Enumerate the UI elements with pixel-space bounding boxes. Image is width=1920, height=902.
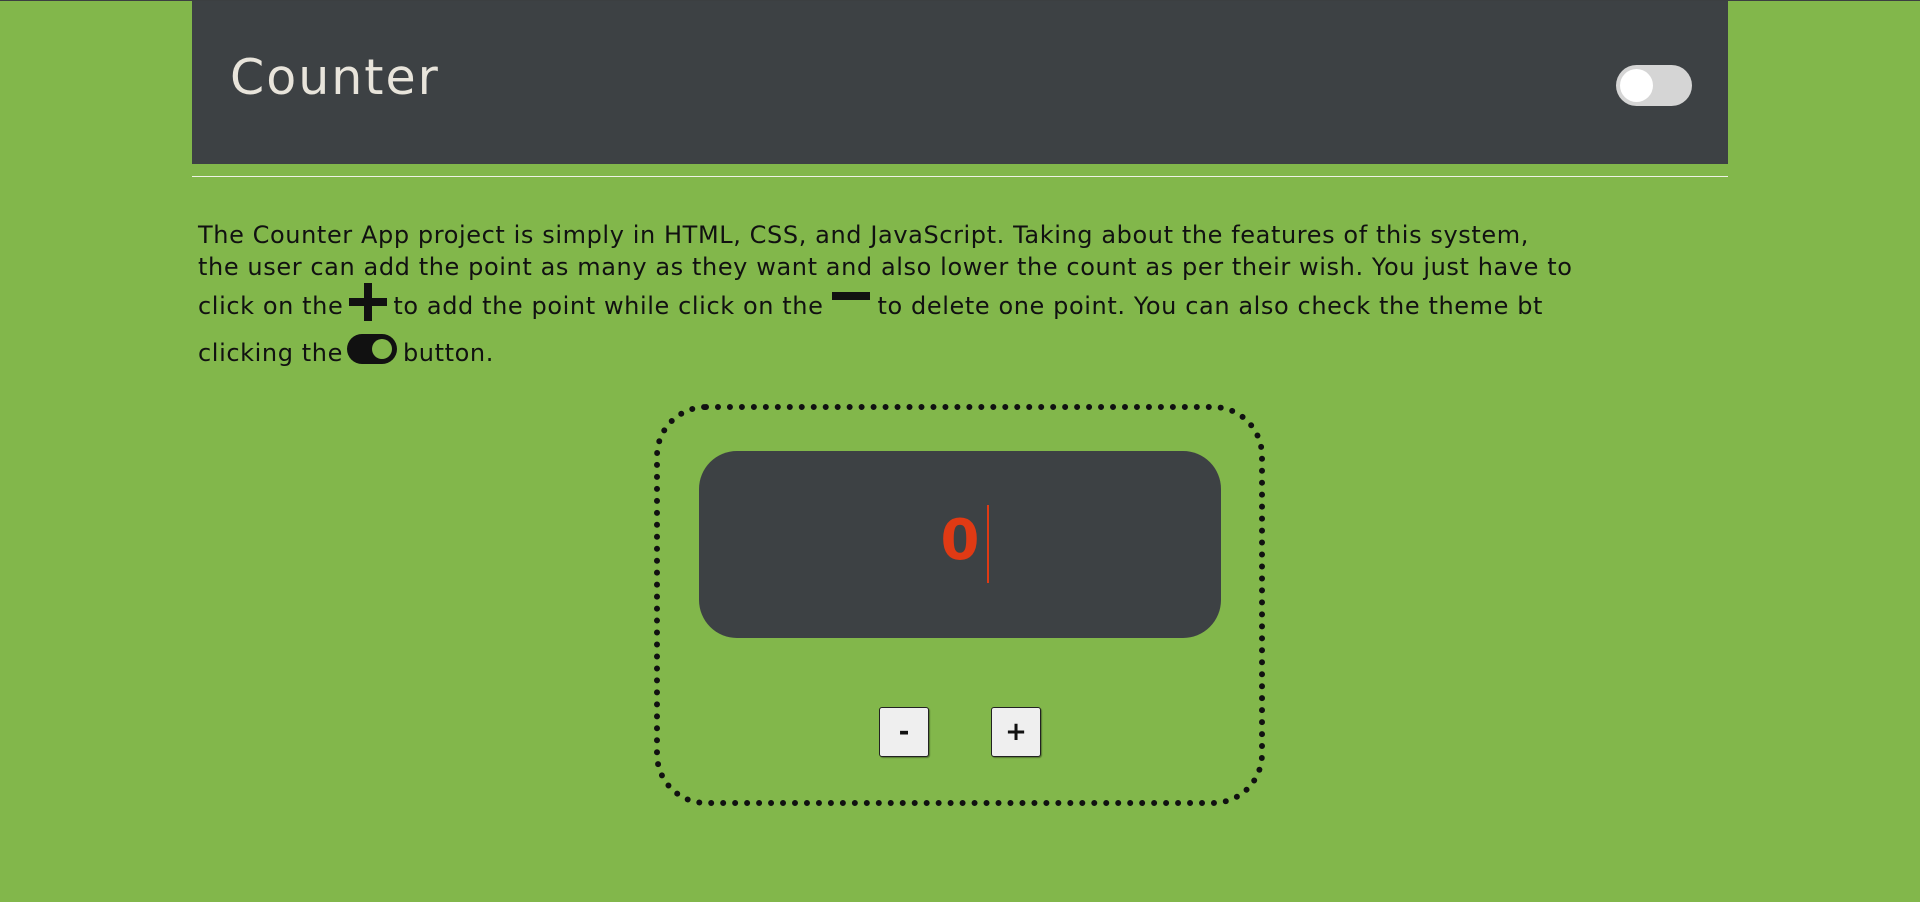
text-caret [987,505,989,583]
theme-toggle[interactable] [1616,65,1692,106]
decrement-button[interactable]: - [879,707,929,757]
description-text-segment: click on the [198,292,344,320]
description-text: The Counter App project is simply in HTM… [198,219,1718,376]
plus-icon [349,283,388,321]
toggle-icon [346,334,397,364]
header-divider [192,176,1728,177]
description-line-1: The Counter App project is simply in HTM… [198,221,1529,249]
description-line-3: click on the to add the point while click… [198,283,1718,331]
app-title: Counter [230,49,440,106]
counter-value: 0 [940,508,980,573]
counter-display: 0 [699,451,1221,638]
description-text-segment: to delete one point. You can also check … [877,292,1544,320]
minus-icon [831,292,870,300]
description-line-4: clicking the button. [198,331,1718,376]
description-line-2: the user can add the point as many as th… [198,253,1573,281]
description-text-segment: clicking the [198,339,343,367]
description-text-segment: button. [402,339,494,367]
toggle-knob [1620,69,1653,102]
description-text-segment: to add the point while click on the [393,292,824,320]
increment-button[interactable]: + [991,707,1041,757]
app-header: Counter [192,1,1728,164]
